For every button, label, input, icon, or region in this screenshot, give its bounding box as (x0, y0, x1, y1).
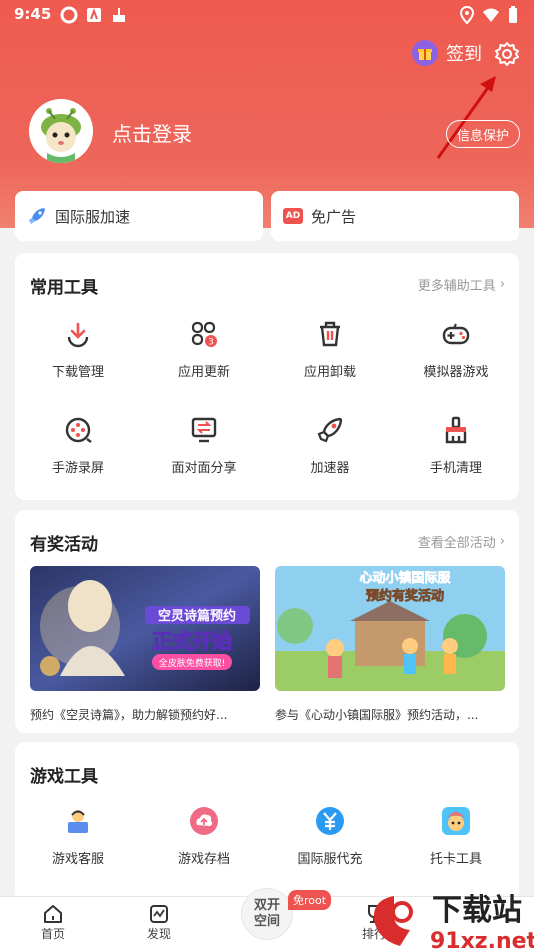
tool-face-share[interactable]: 面对面分享 (141, 415, 267, 476)
activities-card: 有奖活动 查看全部活动 › 空灵诗篇预约 正式开始 全皮肤免费获取! 预约《空灵… (15, 510, 519, 733)
tool-uninstall[interactable]: 应用卸载 (267, 319, 393, 380)
svg-text:空灵诗篇预约: 空灵诗篇预约 (158, 608, 236, 624)
tool-download[interactable]: 下载管理 (15, 319, 141, 380)
cloud-save-icon (190, 807, 218, 835)
discover-icon (150, 905, 168, 923)
privacy-button[interactable]: 信息保护 (446, 120, 520, 148)
location-icon (460, 6, 474, 24)
record-icon (65, 417, 92, 443)
all-activities-link[interactable]: 查看全部活动 › (418, 532, 505, 551)
no-ads-label: 免广告 (311, 207, 357, 226)
tool-screen-record[interactable]: 手游录屏 (15, 415, 141, 476)
game-tool-toca[interactable]: 托卡工具 (393, 806, 519, 867)
share-screen-icon (191, 417, 217, 443)
status-bar: 9:45 (0, 0, 534, 30)
chevron-right-icon: › (499, 534, 505, 549)
nav-discover[interactable]: 发现 (119, 903, 199, 942)
svg-text:91xz.net: 91xz.net (430, 929, 534, 952)
dual-space-button[interactable]: 双开 空间 (241, 888, 293, 940)
app-update-icon: 3 (191, 321, 217, 348)
chevron-right-icon: › (499, 277, 505, 292)
gamepad-icon (442, 323, 470, 345)
signin-label: 签到 (446, 44, 482, 65)
status-time: 9:45 (14, 5, 52, 23)
app-status-icon (60, 6, 78, 24)
broom-icon (445, 416, 467, 444)
game-tools-card: 游戏工具 游戏客服 游戏存档 国际服代充 托卡工具 (15, 742, 519, 902)
svg-text:下载站: 下载站 (432, 893, 522, 928)
a-status-icon (87, 8, 101, 22)
clean-status-icon (113, 8, 125, 22)
avatar[interactable] (29, 99, 93, 163)
svg-text:心动小镇国际服: 心动小镇国际服 (359, 570, 451, 586)
root-free-badge: 免root (288, 890, 332, 910)
home-icon (44, 905, 62, 923)
site-watermark-logo: 下载站 91xz.net (373, 893, 534, 952)
game-tool-save[interactable]: 游戏存档 (141, 806, 267, 867)
tool-phone-clean[interactable]: 手机清理 (393, 415, 519, 476)
intl-accelerate-button[interactable]: 国际服加速 (15, 191, 263, 241)
trash-icon (320, 321, 340, 347)
toca-icon (442, 807, 470, 835)
activity-banner-2[interactable]: 心动小镇国际服 预约有奖活动 (275, 566, 505, 691)
tools-title: 常用工具 (30, 278, 98, 298)
rocket-icon (29, 208, 45, 224)
svg-text:预约有奖活动: 预约有奖活动 (366, 588, 444, 604)
nav-home[interactable]: 首页 (13, 903, 93, 942)
game-tool-service[interactable]: 游戏客服 (15, 806, 141, 867)
tool-accelerator[interactable]: 加速器 (267, 415, 393, 476)
ad-icon: AD (283, 208, 303, 224)
activity-banner-1[interactable]: 空灵诗篇预约 正式开始 全皮肤免费获取! (30, 566, 260, 691)
customer-service-icon (68, 810, 88, 833)
rocket-outline-icon (317, 417, 343, 443)
tools-card: 常用工具 更多辅助工具 › 下载管理 3 应用更新 应用卸载 模拟器游戏 手游录… (15, 253, 519, 500)
login-link[interactable]: 点击登录 (112, 118, 192, 147)
activity-caption-1: 预约《空灵诗篇》，助力解锁预约好... (30, 708, 228, 722)
activities-title: 有奖活动 (30, 535, 98, 555)
svg-text:全皮肤免费获取!: 全皮肤免费获取! (159, 657, 226, 669)
svg-text:正式开始: 正式开始 (152, 629, 232, 653)
signin-button[interactable]: 签到 (412, 40, 482, 66)
game-tool-recharge[interactable]: 国际服代充 (267, 806, 393, 867)
more-tools-label: 更多辅助工具 (417, 279, 496, 294)
tool-app-update[interactable]: 3 应用更新 (141, 319, 267, 380)
all-activities-label: 查看全部活动 (417, 536, 496, 551)
yuan-icon (316, 807, 344, 835)
no-ads-button[interactable]: AD 免广告 (271, 191, 519, 241)
svg-text:3: 3 (208, 338, 214, 348)
battery-icon (509, 6, 517, 23)
more-tools-link[interactable]: 更多辅助工具 › (418, 275, 505, 294)
settings-gear-icon[interactable] (494, 41, 520, 67)
intl-accelerate-label: 国际服加速 (55, 207, 131, 226)
download-icon (67, 322, 89, 348)
wifi-icon (483, 8, 499, 22)
gift-icon (412, 40, 438, 66)
activity-caption-2: 参与《心动小镇国际服》预约活动，... (275, 708, 479, 722)
tool-emulator[interactable]: 模拟器游戏 (393, 319, 519, 380)
annotation-arrow (436, 76, 496, 159)
game-tools-title: 游戏工具 (30, 767, 98, 787)
